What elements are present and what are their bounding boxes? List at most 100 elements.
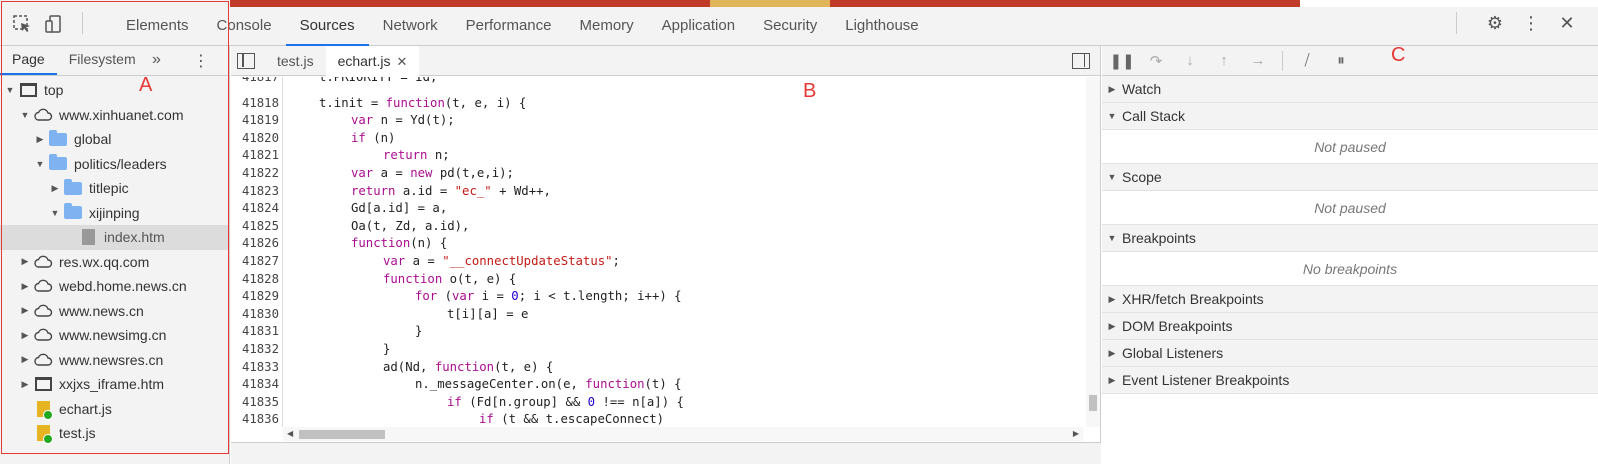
line-number[interactable]: 41828: [231, 271, 279, 289]
section-breakpoints[interactable]: ▼ Breakpoints: [1102, 225, 1598, 252]
line-number[interactable]: 41820: [231, 130, 279, 148]
collapsed-triangle-icon[interactable]: ▶: [19, 256, 31, 267]
line-number[interactable]: 41824: [231, 200, 279, 218]
section-scope[interactable]: ▼ Scope: [1102, 164, 1598, 191]
step-into-icon[interactable]: ↓: [1180, 51, 1200, 71]
code-text: if (Fd[n.group] && 0 !== n[a]) {: [447, 394, 684, 409]
pause-icon[interactable]: ❚❚: [1109, 51, 1134, 71]
scroll-left-icon[interactable]: ◀: [287, 427, 293, 441]
more-options-icon[interactable]: ⋮: [1522, 14, 1540, 32]
annotation-label-c: C: [1391, 44, 1406, 66]
line-number[interactable]: 41822: [231, 165, 279, 183]
step-over-icon[interactable]: ↷: [1146, 51, 1166, 71]
tree-item[interactable]: ▼ www.xinhuanet.com: [0, 103, 229, 128]
tab-network[interactable]: Network: [369, 7, 452, 46]
tab-lighthouse[interactable]: Lighthouse: [831, 7, 932, 46]
line-number[interactable]: 41823: [231, 183, 279, 201]
tab-security[interactable]: Security: [749, 7, 831, 46]
line-number[interactable]: 41831: [231, 323, 279, 341]
line-number[interactable]: 41832: [231, 341, 279, 359]
tab-application[interactable]: Application: [648, 7, 749, 46]
horizontal-scrollbar[interactable]: ◀ ▶: [283, 427, 1083, 441]
line-number[interactable]: 41836: [231, 411, 279, 427]
code-editor[interactable]: 41817 t.PRIORITY = Id; 41818 t.init = funct…: [231, 77, 1101, 427]
vertical-scrollbar[interactable]: [1086, 77, 1100, 427]
section-xhr-fetch-breakpoints[interactable]: ▶ XHR/fetch Breakpoints: [1102, 286, 1598, 313]
devtools-tab-bar: Elements Console Sources Network Performance…: [0, 0, 1598, 46]
tab-performance[interactable]: Performance: [452, 7, 566, 46]
section-dom-breakpoints[interactable]: ▶ DOM Breakpoints: [1102, 313, 1598, 340]
line-number[interactable]: 41835: [231, 394, 279, 412]
tree-item[interactable]: index.htm: [0, 225, 229, 250]
expanded-triangle-icon[interactable]: ▼: [49, 208, 61, 218]
collapsed-triangle-icon[interactable]: ▶: [19, 281, 31, 292]
tree-item[interactable]: ▶ xxjxs_iframe.htm: [0, 372, 229, 397]
tree-item[interactable]: ▶ webd.home.news.cn: [0, 274, 229, 299]
editor-tab[interactable]: test.js: [265, 46, 326, 76]
collapsed-triangle-icon[interactable]: ▶: [19, 379, 31, 390]
line-number[interactable]: 41826: [231, 235, 279, 253]
collapsed-triangle-icon[interactable]: ▶: [19, 330, 31, 341]
line-number[interactable]: 41825: [231, 218, 279, 236]
section-watch[interactable]: ▶ Watch: [1102, 76, 1598, 103]
tree-item[interactable]: ▶ www.news.cn: [0, 299, 229, 324]
deactivate-breakpoints-icon[interactable]: ⧸: [1297, 51, 1317, 71]
line-number[interactable]: 41829: [231, 288, 279, 306]
tree-item[interactable]: ▼ top: [0, 78, 229, 103]
code-text: ad(Nd, function(t, e) {: [383, 359, 554, 374]
more-tabs-chevron-icon[interactable]: »: [152, 51, 161, 69]
line-number[interactable]: 41833: [231, 359, 279, 377]
editor-tab[interactable]: echart.js ✕: [325, 45, 420, 76]
tab-sources[interactable]: Sources: [285, 7, 369, 46]
step-icon[interactable]: →: [1248, 51, 1268, 71]
toggle-debugger-icon[interactable]: [1072, 53, 1090, 69]
device-toolbar-icon[interactable]: [44, 14, 64, 34]
close-devtools-icon[interactable]: ✕: [1558, 14, 1576, 32]
collapsed-triangle-icon[interactable]: ▶: [19, 305, 31, 316]
line-number[interactable]: 41817: [231, 77, 279, 87]
line-number[interactable]: 41827: [231, 253, 279, 271]
code-text: n._messageCenter.on(e, function(t) {: [415, 377, 682, 392]
expanded-triangle-icon[interactable]: ▼: [34, 159, 46, 169]
collapsed-triangle-icon[interactable]: ▶: [34, 134, 46, 145]
tree-item[interactable]: ▶ titlepic: [0, 176, 229, 201]
tree-item[interactable]: ▼ xijinping: [0, 201, 229, 226]
section-call-stack[interactable]: ▼ Call Stack: [1102, 103, 1598, 130]
close-tab-icon[interactable]: ✕: [397, 54, 408, 69]
line-number[interactable]: 41830: [231, 306, 279, 324]
tab-memory[interactable]: Memory: [566, 7, 648, 46]
collapsed-triangle-icon[interactable]: ▶: [49, 183, 61, 194]
line-number[interactable]: 41821: [231, 147, 279, 165]
pause-on-exceptions-icon[interactable]: ⏸: [1331, 51, 1351, 71]
tree-item[interactable]: ▼ politics/leaders: [0, 152, 229, 177]
navigator-menu-icon[interactable]: ⋮: [193, 51, 209, 71]
tab-elements[interactable]: Elements: [112, 7, 203, 46]
line-number[interactable]: 41819: [231, 112, 279, 130]
tree-item[interactable]: ▶ res.wx.qq.com: [0, 250, 229, 275]
code-text: t.init = function(t, e, i) {: [319, 95, 527, 110]
folder-icon: [48, 129, 68, 147]
tab-console[interactable]: Console: [203, 7, 286, 46]
tree-item[interactable]: test.js: [0, 421, 229, 446]
section-label: Event Listener Breakpoints: [1122, 372, 1290, 388]
tree-item[interactable]: ▶ www.newsres.cn: [0, 348, 229, 373]
tree-item[interactable]: ▶ global: [0, 127, 229, 152]
line-number[interactable]: 41818: [231, 95, 279, 113]
tab-filesystem[interactable]: Filesystem: [57, 45, 148, 75]
expanded-triangle-icon[interactable]: ▼: [4, 85, 16, 95]
settings-gear-icon[interactable]: ⚙: [1486, 14, 1504, 32]
inspect-element-icon[interactable]: [12, 14, 32, 34]
tree-item[interactable]: echart.js: [0, 397, 229, 422]
collapsed-triangle-icon[interactable]: ▶: [19, 354, 31, 365]
tab-page[interactable]: Page: [0, 45, 57, 75]
toggle-navigator-icon[interactable]: [237, 52, 255, 69]
tree-item[interactable]: ▶ www.newsimg.cn: [0, 323, 229, 348]
scroll-right-icon[interactable]: ▶: [1073, 427, 1079, 441]
section-global-listeners[interactable]: ▶ Global Listeners: [1102, 340, 1598, 367]
line-number[interactable]: 41834: [231, 376, 279, 394]
expanded-triangle-icon[interactable]: ▼: [19, 110, 31, 120]
cloud-icon: [33, 107, 53, 123]
navigator-panel: Page Filesystem » ⋮ ▼ top ▼ www.xinhuanet.c…: [0, 46, 230, 464]
step-out-icon[interactable]: ↑: [1214, 51, 1234, 71]
section-event-listener-breakpoints[interactable]: ▶ Event Listener Breakpoints: [1102, 367, 1598, 394]
